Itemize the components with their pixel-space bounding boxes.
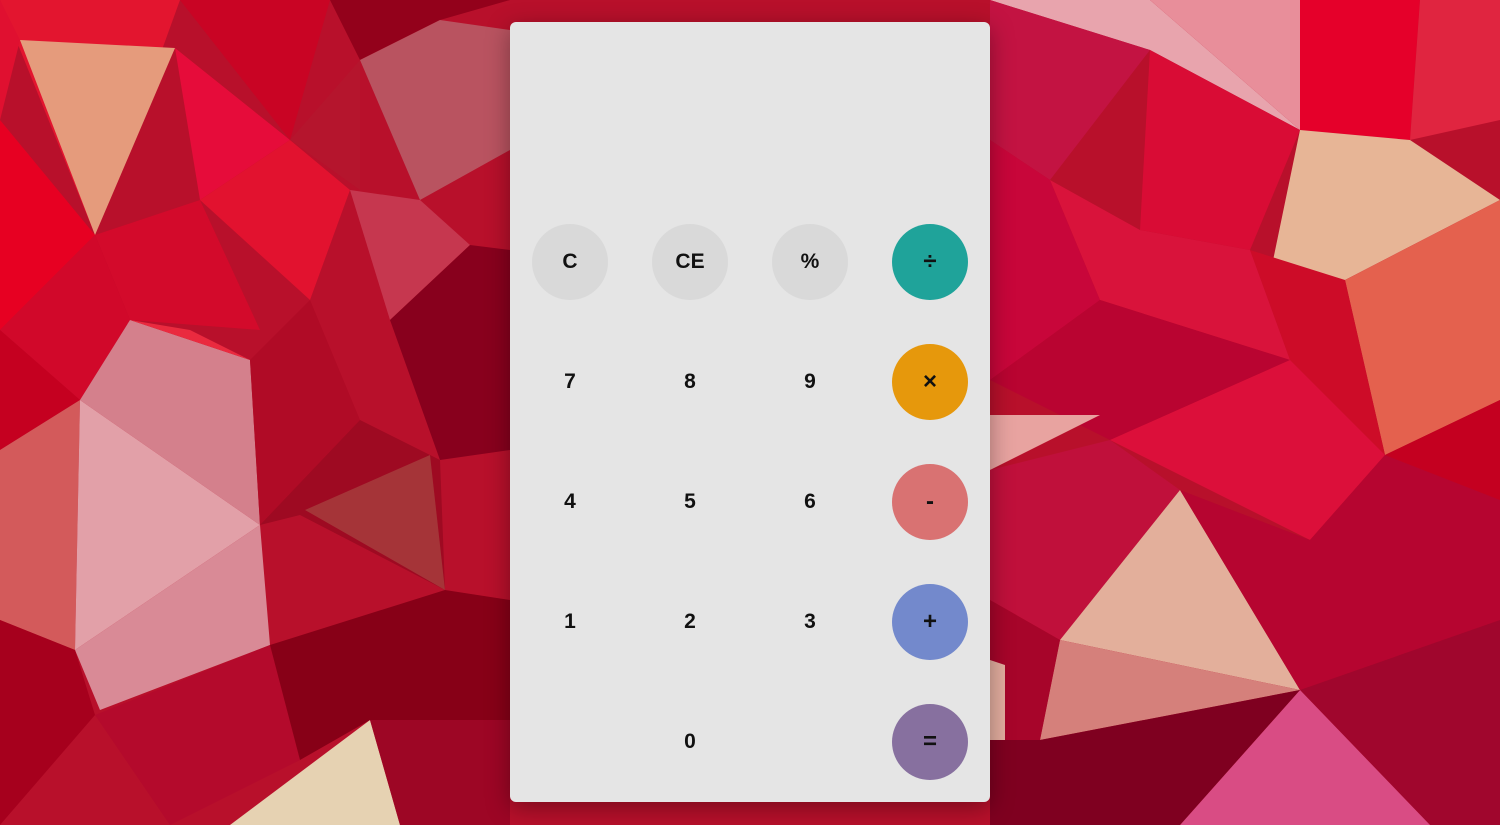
clear-entry-button[interactable]: CE [652,224,728,300]
subtract-button[interactable]: - [892,464,968,540]
multiply-button[interactable]: × [892,344,968,420]
calculator-panel: C CE % ÷ 7 8 9 × 4 5 6 - 1 2 3 + 0 = [510,22,990,802]
digit-9-button[interactable]: 9 [772,344,848,420]
digit-4-button[interactable]: 4 [532,464,608,540]
calculator-display [530,42,970,212]
percent-button[interactable]: % [772,224,848,300]
digit-6-button[interactable]: 6 [772,464,848,540]
digit-3-button[interactable]: 3 [772,584,848,660]
digit-5-button[interactable]: 5 [652,464,728,540]
equals-button[interactable]: = [892,704,968,780]
clear-button[interactable]: C [532,224,608,300]
digit-8-button[interactable]: 8 [652,344,728,420]
digit-7-button[interactable]: 7 [532,344,608,420]
add-button[interactable]: + [892,584,968,660]
digit-0-button[interactable]: 0 [652,704,728,780]
digit-2-button[interactable]: 2 [652,584,728,660]
divide-button[interactable]: ÷ [892,224,968,300]
digit-1-button[interactable]: 1 [532,584,608,660]
